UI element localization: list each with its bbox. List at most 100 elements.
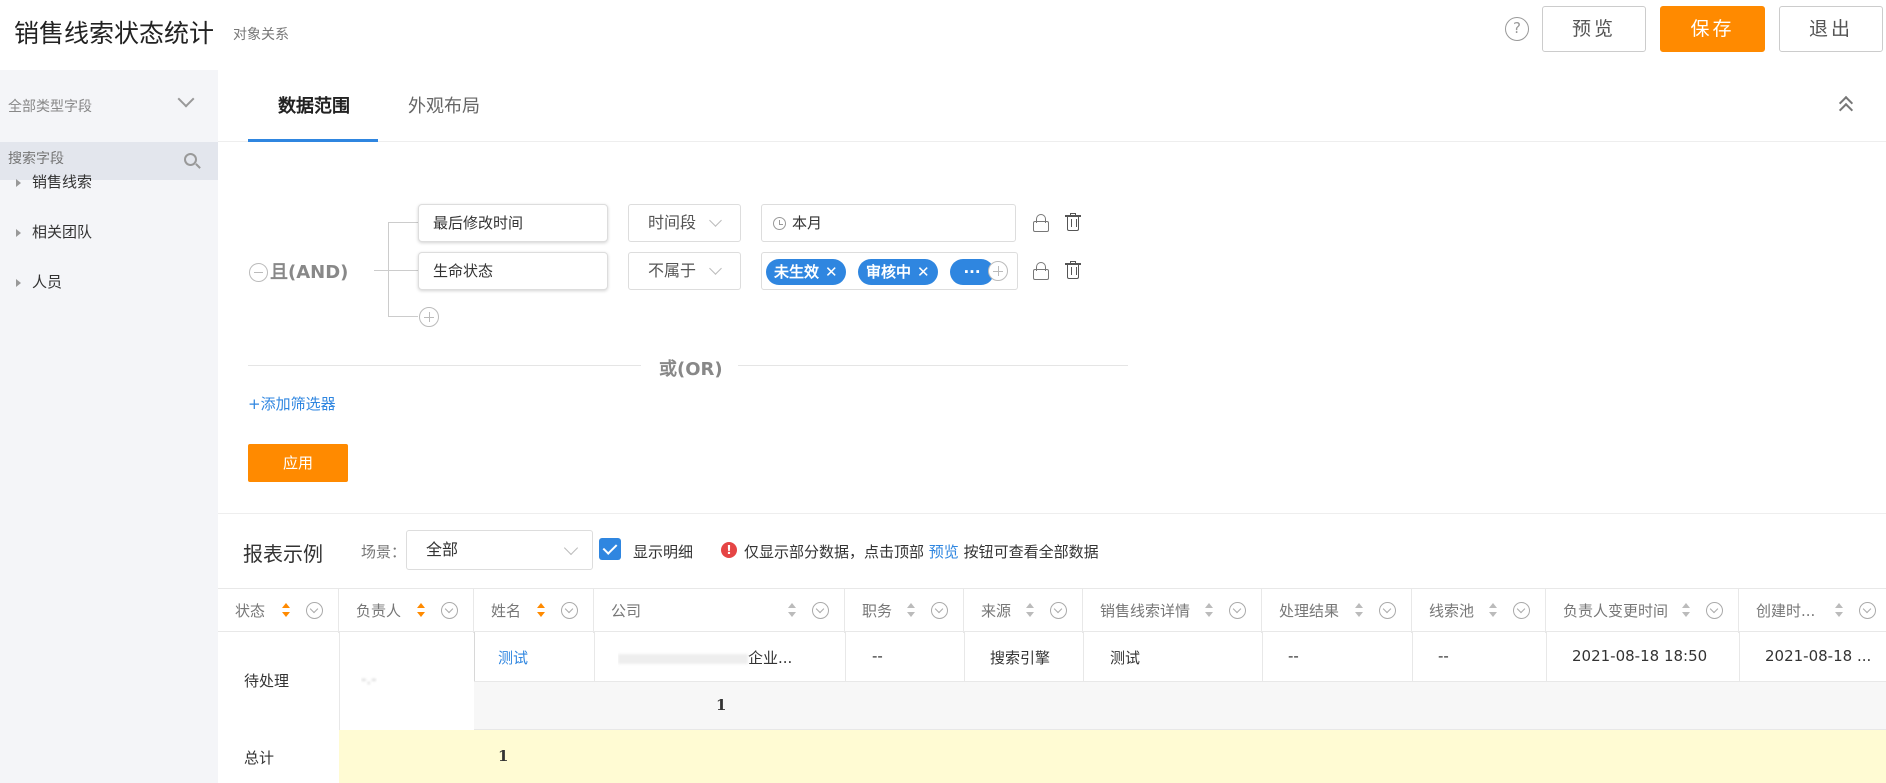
- sort-icon[interactable]: [907, 603, 915, 619]
- search-icon[interactable]: [184, 153, 197, 166]
- apply-button[interactable]: 应用: [248, 444, 348, 482]
- column-header-name[interactable]: 姓名: [474, 589, 594, 633]
- caret-right-icon: [16, 228, 21, 237]
- company-redacted: [618, 653, 748, 664]
- exit-button[interactable]: 退出: [1779, 6, 1883, 52]
- sidebar: 全部类型字段 销售线索 相关团队 人员: [0, 70, 218, 783]
- unlock-icon[interactable]: [1033, 214, 1049, 232]
- sort-icon[interactable]: [282, 603, 290, 619]
- tab-appearance-layout[interactable]: 外观布局: [408, 92, 480, 118]
- sort-icon[interactable]: [1026, 603, 1034, 619]
- report-table: 状态 负责人 姓名 公司 职务 来源 销售线索详情 处理结果 线索池 负责人变更…: [218, 588, 1886, 783]
- field-type-select[interactable]: 全部类型字段: [8, 90, 208, 116]
- collapse-up-icon[interactable]: [1838, 95, 1854, 118]
- column-menu-icon[interactable]: [1229, 602, 1246, 619]
- column-divider: [1083, 632, 1084, 681]
- field-type-select-label: 全部类型字段: [8, 99, 92, 115]
- sort-icon[interactable]: [537, 603, 545, 619]
- cell-pool: --: [1438, 647, 1449, 665]
- cell-status: 待处理: [244, 672, 290, 690]
- column-menu-icon[interactable]: [561, 602, 578, 619]
- chevron-down-icon: [563, 540, 579, 556]
- group-bracket: [388, 222, 389, 316]
- column-label: 姓名: [491, 602, 522, 620]
- sort-icon[interactable]: [1835, 603, 1843, 619]
- chip-label: 审核中: [866, 263, 912, 281]
- column-menu-icon[interactable]: [1706, 602, 1723, 619]
- close-icon[interactable]: ✕: [917, 263, 930, 281]
- column-menu-icon[interactable]: [306, 602, 323, 619]
- unlock-icon[interactable]: [1033, 262, 1049, 280]
- condition-field-select[interactable]: 生命状态: [418, 252, 608, 290]
- cell-name-link[interactable]: 测试: [498, 647, 528, 668]
- add-condition-icon[interactable]: [419, 307, 439, 327]
- sort-icon[interactable]: [1682, 603, 1690, 619]
- column-menu-icon[interactable]: [1050, 602, 1067, 619]
- column-header-lead-pool[interactable]: 线索池: [1412, 589, 1546, 633]
- add-filter-link[interactable]: +添加筛选器: [248, 393, 336, 414]
- save-button[interactable]: 保存: [1660, 6, 1765, 52]
- sidebar-item-label: 人员: [32, 273, 63, 291]
- condition-operator-select[interactable]: 时间段: [628, 204, 741, 242]
- column-label: 负责人: [356, 602, 402, 620]
- column-header-source[interactable]: 来源: [964, 589, 1083, 633]
- sidebar-item-sales-lead[interactable]: 销售线索: [16, 171, 92, 192]
- close-icon[interactable]: ✕: [825, 263, 838, 281]
- column-divider: [1412, 632, 1413, 681]
- column-divider: [594, 632, 595, 681]
- column-label: 销售线索详情: [1100, 602, 1191, 620]
- sidebar-item-personnel[interactable]: 人员: [16, 271, 62, 292]
- condition-value-input[interactable]: 本月: [761, 204, 1016, 242]
- sort-icon[interactable]: [1205, 603, 1213, 619]
- total-value: 1: [498, 747, 509, 765]
- warning-suffix: 按钮可查看全部数据: [963, 543, 1099, 561]
- bracket-line: [388, 316, 418, 317]
- cell-source: 搜索引擎: [990, 649, 1051, 667]
- value-chip[interactable]: 审核中 ✕: [858, 259, 938, 285]
- cell-title: --: [872, 647, 883, 665]
- column-divider: [1546, 632, 1547, 681]
- sort-icon[interactable]: [1489, 603, 1497, 619]
- search-input[interactable]: [8, 151, 178, 167]
- operator-label: 时间段: [648, 213, 697, 232]
- value-label: 本月: [792, 214, 823, 232]
- value-chip[interactable]: 未生效 ✕: [766, 259, 846, 285]
- column-menu-icon[interactable]: [1859, 602, 1876, 619]
- preview-button[interactable]: 预览: [1542, 6, 1646, 52]
- show-detail-checkbox[interactable]: [599, 538, 621, 560]
- help-icon[interactable]: ?: [1505, 17, 1529, 41]
- sort-icon[interactable]: [1355, 603, 1363, 619]
- add-value-icon[interactable]: [988, 261, 1008, 281]
- column-header-result[interactable]: 处理结果: [1262, 589, 1412, 633]
- scene-select[interactable]: 全部: [406, 530, 593, 570]
- sort-icon[interactable]: [417, 603, 425, 619]
- column-menu-icon[interactable]: [812, 602, 829, 619]
- column-divider: [964, 632, 965, 681]
- column-header-lead-detail[interactable]: 销售线索详情: [1083, 589, 1262, 633]
- column-menu-icon[interactable]: [931, 602, 948, 619]
- remove-group-icon[interactable]: [249, 263, 268, 282]
- column-header-status[interactable]: 状态: [218, 589, 339, 633]
- sidebar-item-related-team[interactable]: 相关团队: [16, 221, 92, 242]
- condition-operator-select[interactable]: 不属于: [628, 252, 741, 290]
- warning-preview-link[interactable]: 预览: [929, 543, 959, 561]
- column-header-created[interactable]: 创建时...: [1739, 589, 1886, 633]
- condition-value-multiselect[interactable]: 未生效 ✕ 审核中 ✕ ···: [761, 252, 1018, 290]
- condition-field-select[interactable]: 最后修改时间: [418, 204, 608, 242]
- column-header-owner[interactable]: 负责人: [339, 589, 474, 633]
- column-divider: [1739, 632, 1740, 681]
- trash-icon[interactable]: [1065, 213, 1081, 232]
- column-menu-icon[interactable]: [1379, 602, 1396, 619]
- column-header-owner-change-time[interactable]: 负责人变更时间: [1546, 589, 1739, 633]
- sort-icon[interactable]: [788, 603, 796, 619]
- column-header-company[interactable]: 公司: [594, 589, 845, 633]
- column-header-title[interactable]: 职务: [845, 589, 964, 633]
- or-label: 或(OR): [659, 359, 723, 380]
- column-menu-icon[interactable]: [1513, 602, 1530, 619]
- tab-data-range[interactable]: 数据范围: [278, 92, 350, 118]
- trash-icon[interactable]: [1065, 261, 1081, 280]
- column-menu-icon[interactable]: [441, 602, 458, 619]
- operator-label: 不属于: [648, 261, 697, 280]
- bracket-line: [374, 270, 388, 271]
- table-header: 状态 负责人 姓名 公司 职务 来源 销售线索详情 处理结果 线索池 负责人变更…: [218, 588, 1886, 633]
